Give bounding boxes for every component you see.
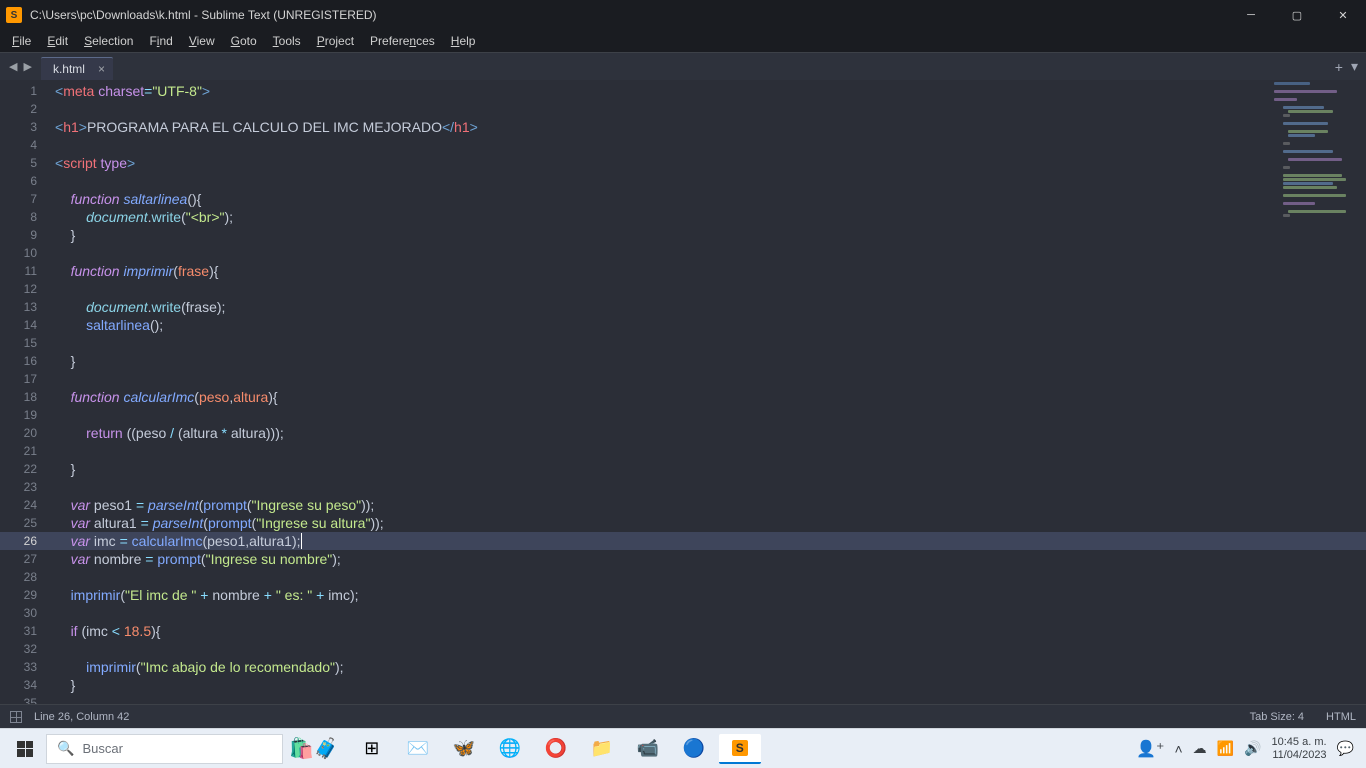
chrome-icon[interactable]: 🔵 bbox=[673, 734, 715, 764]
line-number: 34 bbox=[0, 676, 55, 694]
line-number: 18 bbox=[0, 388, 55, 406]
line-number: 6 bbox=[0, 172, 55, 190]
menu-project[interactable]: Project bbox=[309, 32, 362, 50]
line-number: 12 bbox=[0, 280, 55, 298]
line-number: 21 bbox=[0, 442, 55, 460]
menu-edit[interactable]: Edit bbox=[39, 32, 76, 50]
line-number: 11 bbox=[0, 262, 55, 280]
line-number: 28 bbox=[0, 568, 55, 586]
sublime-icon[interactable]: S bbox=[719, 734, 761, 764]
status-position: Line 26, Column 42 bbox=[34, 711, 129, 723]
line-number: 16 bbox=[0, 352, 55, 370]
line-number: 17 bbox=[0, 370, 55, 388]
search-placeholder: Buscar bbox=[82, 741, 122, 756]
explorer-icon[interactable]: 📁 bbox=[581, 734, 623, 764]
menu-goto[interactable]: Goto bbox=[223, 32, 265, 50]
maximize-button[interactable]: ▢ bbox=[1274, 0, 1320, 30]
line-number: 29 bbox=[0, 586, 55, 604]
menu-selection[interactable]: Selection bbox=[76, 32, 141, 50]
line-number: 30 bbox=[0, 604, 55, 622]
line-number: 27 bbox=[0, 550, 55, 568]
tab-label: k.html bbox=[53, 62, 85, 76]
opera-icon[interactable]: ⭕ bbox=[535, 734, 577, 764]
onedrive-icon[interactable]: ☁ bbox=[1193, 740, 1207, 757]
menu-find[interactable]: Find bbox=[141, 32, 180, 50]
line-number: 24 bbox=[0, 496, 55, 514]
nav-arrows: ◀ ▶ bbox=[0, 53, 41, 80]
line-number: 23 bbox=[0, 478, 55, 496]
line-number: 20 bbox=[0, 424, 55, 442]
close-button[interactable]: ✕ bbox=[1320, 0, 1366, 30]
menu-tools[interactable]: Tools bbox=[265, 32, 309, 50]
widget-shopping[interactable]: 🛍️🧳 bbox=[283, 736, 345, 761]
menu-view[interactable]: View bbox=[181, 32, 223, 50]
clock-date: 11/04/2023 bbox=[1272, 749, 1327, 762]
tab-row: ◀ ▶ k.html × + ▾ bbox=[0, 52, 1366, 80]
line-number: 14 bbox=[0, 316, 55, 334]
line-number: 10 bbox=[0, 244, 55, 262]
wifi-icon[interactable]: 📶 bbox=[1217, 740, 1234, 757]
line-number: 1 bbox=[0, 82, 55, 100]
status-language[interactable]: HTML bbox=[1326, 711, 1356, 723]
taskbar-tray: 👤⁺ ˄ ☁ 📶 🔊 10:45 a. m. 11/04/2023 💬 bbox=[1136, 736, 1360, 762]
menu-help[interactable]: Help bbox=[443, 32, 484, 50]
start-button[interactable] bbox=[6, 734, 44, 764]
tab-menu-icon[interactable]: ▾ bbox=[1351, 58, 1358, 75]
status-bar: Line 26, Column 42 Tab Size: 4 HTML bbox=[0, 704, 1366, 728]
line-number: 7 bbox=[0, 190, 55, 208]
line-number: 8 bbox=[0, 208, 55, 226]
new-tab-icon[interactable]: + bbox=[1335, 59, 1343, 75]
editor[interactable]: 1234567891011121314151617181920212223242… bbox=[0, 80, 1366, 704]
line-number: 9 bbox=[0, 226, 55, 244]
tab-khtml[interactable]: k.html × bbox=[41, 57, 113, 80]
notifications-icon[interactable]: 💬 bbox=[1337, 740, 1354, 757]
line-number: 33 bbox=[0, 658, 55, 676]
line-number: 4 bbox=[0, 136, 55, 154]
app-icon: S bbox=[6, 7, 22, 23]
chevron-up-icon[interactable]: ˄ bbox=[1174, 741, 1182, 757]
window-controls: ─ ▢ ✕ bbox=[1228, 0, 1366, 30]
taskbar-search[interactable]: 🔍 Buscar bbox=[46, 734, 283, 764]
gutter: 1234567891011121314151617181920212223242… bbox=[0, 80, 55, 704]
volume-icon[interactable]: 🔊 bbox=[1244, 740, 1261, 757]
taskview-icon[interactable]: ⊞ bbox=[351, 734, 393, 764]
code-area[interactable]: <meta charset="UTF-8"> <h1>PROGRAMA PARA… bbox=[55, 80, 1366, 704]
nav-back-icon[interactable]: ◀ bbox=[6, 60, 20, 73]
line-number: 19 bbox=[0, 406, 55, 424]
line-number: 25 bbox=[0, 514, 55, 532]
line-number: 13 bbox=[0, 298, 55, 316]
taskbar-apps: ⊞ ✉️ 🦋 🌐 ⭕ 📁 📹 🔵 S bbox=[351, 734, 761, 764]
line-number: 2 bbox=[0, 100, 55, 118]
line-number: 22 bbox=[0, 460, 55, 478]
title-bar: S C:\Users\pc\Downloads\k.html - Sublime… bbox=[0, 0, 1366, 30]
line-number: 31 bbox=[0, 622, 55, 640]
nav-fwd-icon[interactable]: ▶ bbox=[20, 60, 34, 73]
store-icon[interactable]: 🦋 bbox=[443, 734, 485, 764]
menu-bar: File Edit Selection Find View Goto Tools… bbox=[0, 30, 1366, 52]
menu-file[interactable]: File bbox=[4, 32, 39, 50]
windows-icon bbox=[17, 741, 33, 757]
clock-time: 10:45 a. m. bbox=[1272, 736, 1327, 749]
tab-close-icon[interactable]: × bbox=[98, 62, 105, 76]
contact-icon[interactable]: 👤⁺ bbox=[1136, 739, 1164, 759]
line-number: 5 bbox=[0, 154, 55, 172]
line-number: 15 bbox=[0, 334, 55, 352]
line-number: 35 bbox=[0, 694, 55, 704]
line-number: 3 bbox=[0, 118, 55, 136]
window-title: C:\Users\pc\Downloads\k.html - Sublime T… bbox=[30, 8, 1228, 22]
caret bbox=[301, 533, 302, 549]
search-icon: 🔍 bbox=[57, 740, 74, 757]
line-number: 26 bbox=[0, 532, 55, 550]
minimize-button[interactable]: ─ bbox=[1228, 0, 1274, 30]
status-tab-size[interactable]: Tab Size: 4 bbox=[1250, 711, 1304, 723]
taskbar-clock[interactable]: 10:45 a. m. 11/04/2023 bbox=[1272, 736, 1327, 762]
panel-switch-icon[interactable] bbox=[10, 711, 22, 723]
zoom-icon[interactable]: 📹 bbox=[627, 734, 669, 764]
mail-icon[interactable]: ✉️ bbox=[397, 734, 439, 764]
line-number: 32 bbox=[0, 640, 55, 658]
taskbar: 🔍 Buscar 🛍️🧳 ⊞ ✉️ 🦋 🌐 ⭕ 📁 📹 🔵 S 👤⁺ ˄ ☁ 📶… bbox=[0, 728, 1366, 768]
menu-preferences[interactable]: Preferences bbox=[362, 32, 443, 50]
edge-icon[interactable]: 🌐 bbox=[489, 734, 531, 764]
